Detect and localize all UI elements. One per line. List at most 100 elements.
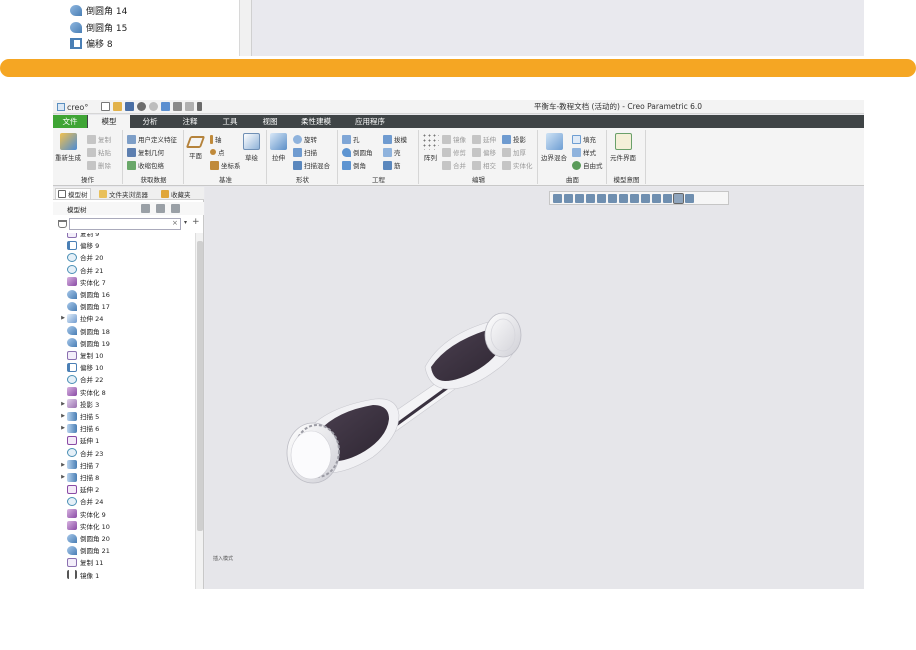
regenerate-button[interactable]: 重新生成: [55, 133, 81, 162]
csys-button[interactable]: 坐标系: [210, 160, 241, 170]
tree-item[interactable]: 倒圆角 21: [53, 544, 110, 556]
extrude-button[interactable]: 拉伸: [270, 133, 287, 162]
shrinkwrap-button[interactable]: 收缩包络: [127, 160, 164, 170]
graphics-area[interactable]: 插入模式: [205, 187, 864, 589]
perspective-icon[interactable]: [630, 193, 639, 203]
tree-item[interactable]: 合并 22: [53, 373, 103, 385]
saved-orientations-icon[interactable]: [608, 193, 617, 203]
tree-item[interactable]: 合并 24: [53, 495, 103, 507]
zoom-out-icon[interactable]: [575, 193, 584, 203]
tree-item[interactable]: 镜像 1: [53, 569, 99, 581]
tree-item[interactable]: ▶ 扫描 5: [53, 410, 99, 422]
pattern-button[interactable]: 阵列: [422, 133, 439, 162]
tree-item[interactable]: 实体化 9: [53, 508, 106, 520]
tree-item[interactable]: 复制 10: [53, 349, 103, 361]
tab-annotate[interactable]: 注释: [173, 115, 207, 128]
freestyle-button[interactable]: 自由式: [572, 160, 603, 170]
appearance-icon[interactable]: [685, 193, 694, 203]
tab-model-tree[interactable]: 模型树: [55, 188, 91, 199]
repaint-icon[interactable]: [586, 193, 595, 203]
shell-button[interactable]: 壳: [383, 147, 401, 157]
revolve-button[interactable]: 旋转: [293, 134, 317, 144]
expand-arrow-icon[interactable]: ▶: [59, 474, 67, 480]
tree-item[interactable]: 合并 23: [53, 447, 103, 459]
tab-analysis[interactable]: 分析: [133, 115, 167, 128]
style-button[interactable]: 样式: [572, 147, 596, 157]
tree-item[interactable]: ▶ 拉伸 24: [53, 312, 103, 324]
merge-button[interactable]: 合并: [442, 160, 466, 170]
tree-search-input[interactable]: [69, 218, 181, 230]
tree-item[interactable]: ▶ 扫描 7: [53, 459, 99, 471]
tree-item[interactable]: ▶ 扫描 6: [53, 422, 99, 434]
tree-item[interactable]: 倒圆角 19: [53, 337, 110, 349]
datum-display-icon[interactable]: [652, 193, 661, 203]
tab-model[interactable]: 模型: [88, 115, 130, 128]
refit-icon[interactable]: [553, 193, 562, 203]
chevron-down-icon[interactable]: ▾: [184, 219, 187, 226]
tree-item[interactable]: 偏移 10: [53, 361, 103, 373]
tree-item[interactable]: 倒圆角 18: [53, 325, 110, 337]
tab-folder-browser[interactable]: 文件夹浏览器: [99, 188, 148, 199]
solidify-button[interactable]: 实体化: [502, 160, 533, 170]
udf-button[interactable]: 用户定义特征: [127, 134, 177, 144]
hole-button[interactable]: 孔: [342, 134, 360, 144]
tree-item[interactable]: 偏移 9: [53, 239, 99, 251]
tab-applications[interactable]: 应用程序: [347, 115, 393, 128]
tree-item[interactable]: 倒圆角 17: [53, 300, 110, 312]
plane-button[interactable]: 平面: [185, 133, 206, 160]
sketch-button[interactable]: 草绘: [243, 133, 260, 162]
expand-arrow-icon[interactable]: ▶: [59, 425, 67, 431]
tree-item[interactable]: 合并 21: [53, 264, 103, 276]
tab-flexible-modeling[interactable]: 柔性建模: [293, 115, 339, 128]
scroll-thumb[interactable]: [197, 241, 203, 531]
project-button[interactable]: 投影: [502, 134, 526, 144]
section-icon[interactable]: [641, 193, 650, 203]
paste-button[interactable]: 粘贴: [87, 147, 111, 157]
tree-item[interactable]: 倒圆角 16: [53, 288, 110, 300]
tree-item[interactable]: 复制 9: [53, 233, 99, 239]
tree-item[interactable]: 实体化 8: [53, 386, 106, 398]
tab-favorites[interactable]: 收藏夹: [161, 188, 191, 199]
tree-item[interactable]: 倒圆角 14: [70, 2, 127, 18]
top-scrollbar[interactable]: [240, 0, 252, 56]
copy-geometry-button[interactable]: 复制几何: [127, 147, 164, 157]
tab-file[interactable]: 文件: [53, 115, 87, 128]
rib-button[interactable]: 筋: [383, 160, 401, 170]
expand-arrow-icon[interactable]: ▶: [59, 315, 67, 321]
sweep-button[interactable]: 扫描: [293, 147, 317, 157]
tree-item[interactable]: 延伸 1: [53, 434, 99, 446]
extend-button[interactable]: 延伸: [472, 134, 496, 144]
round-button[interactable]: 倒圆角: [342, 147, 373, 157]
expand-arrow-icon[interactable]: ▶: [59, 413, 67, 419]
offset-button[interactable]: 偏移: [472, 147, 496, 157]
tree-item[interactable]: 复制 11: [53, 556, 103, 568]
tree-item[interactable]: 合并 20: [53, 251, 103, 263]
tree-item[interactable]: 倒圆角 20: [53, 532, 110, 544]
expand-arrow-icon[interactable]: ▶: [59, 462, 67, 468]
tree-item[interactable]: 实体化 10: [53, 520, 110, 532]
swept-blend-button[interactable]: 扫描混合: [293, 160, 330, 170]
tree-item[interactable]: ▶ 扫描 8: [53, 471, 99, 483]
add-icon[interactable]: +: [192, 217, 200, 227]
display-style-icon[interactable]: [597, 193, 606, 203]
tree-item[interactable]: ▶ 投影 3: [53, 398, 99, 410]
boundary-blend-button[interactable]: 边界混合: [541, 133, 567, 162]
tree-item[interactable]: 倒圆角 15: [70, 19, 127, 35]
copy-button[interactable]: 复制: [87, 134, 111, 144]
tree-item[interactable]: 实体化 7: [53, 276, 106, 288]
chamfer-button[interactable]: 倒角: [342, 160, 366, 170]
trim-button[interactable]: 修剪: [442, 147, 466, 157]
annotation-display-icon[interactable]: [673, 192, 684, 204]
thicken-button[interactable]: 加厚: [502, 147, 526, 157]
draft-button[interactable]: 拔模: [383, 134, 407, 144]
mirror-button[interactable]: 镜像: [442, 134, 466, 144]
settings-icon[interactable]: [141, 204, 150, 213]
zoom-in-icon[interactable]: [564, 193, 573, 203]
tree-item[interactable]: 偏移 8: [70, 35, 113, 51]
fill-button[interactable]: 填充: [572, 134, 596, 144]
axis-button[interactable]: 轴: [210, 134, 222, 144]
tree-item[interactable]: 延伸 2: [53, 483, 99, 495]
columns-icon[interactable]: [171, 204, 180, 213]
view-manager-icon[interactable]: [619, 193, 628, 203]
spin-center-icon[interactable]: [663, 193, 672, 203]
